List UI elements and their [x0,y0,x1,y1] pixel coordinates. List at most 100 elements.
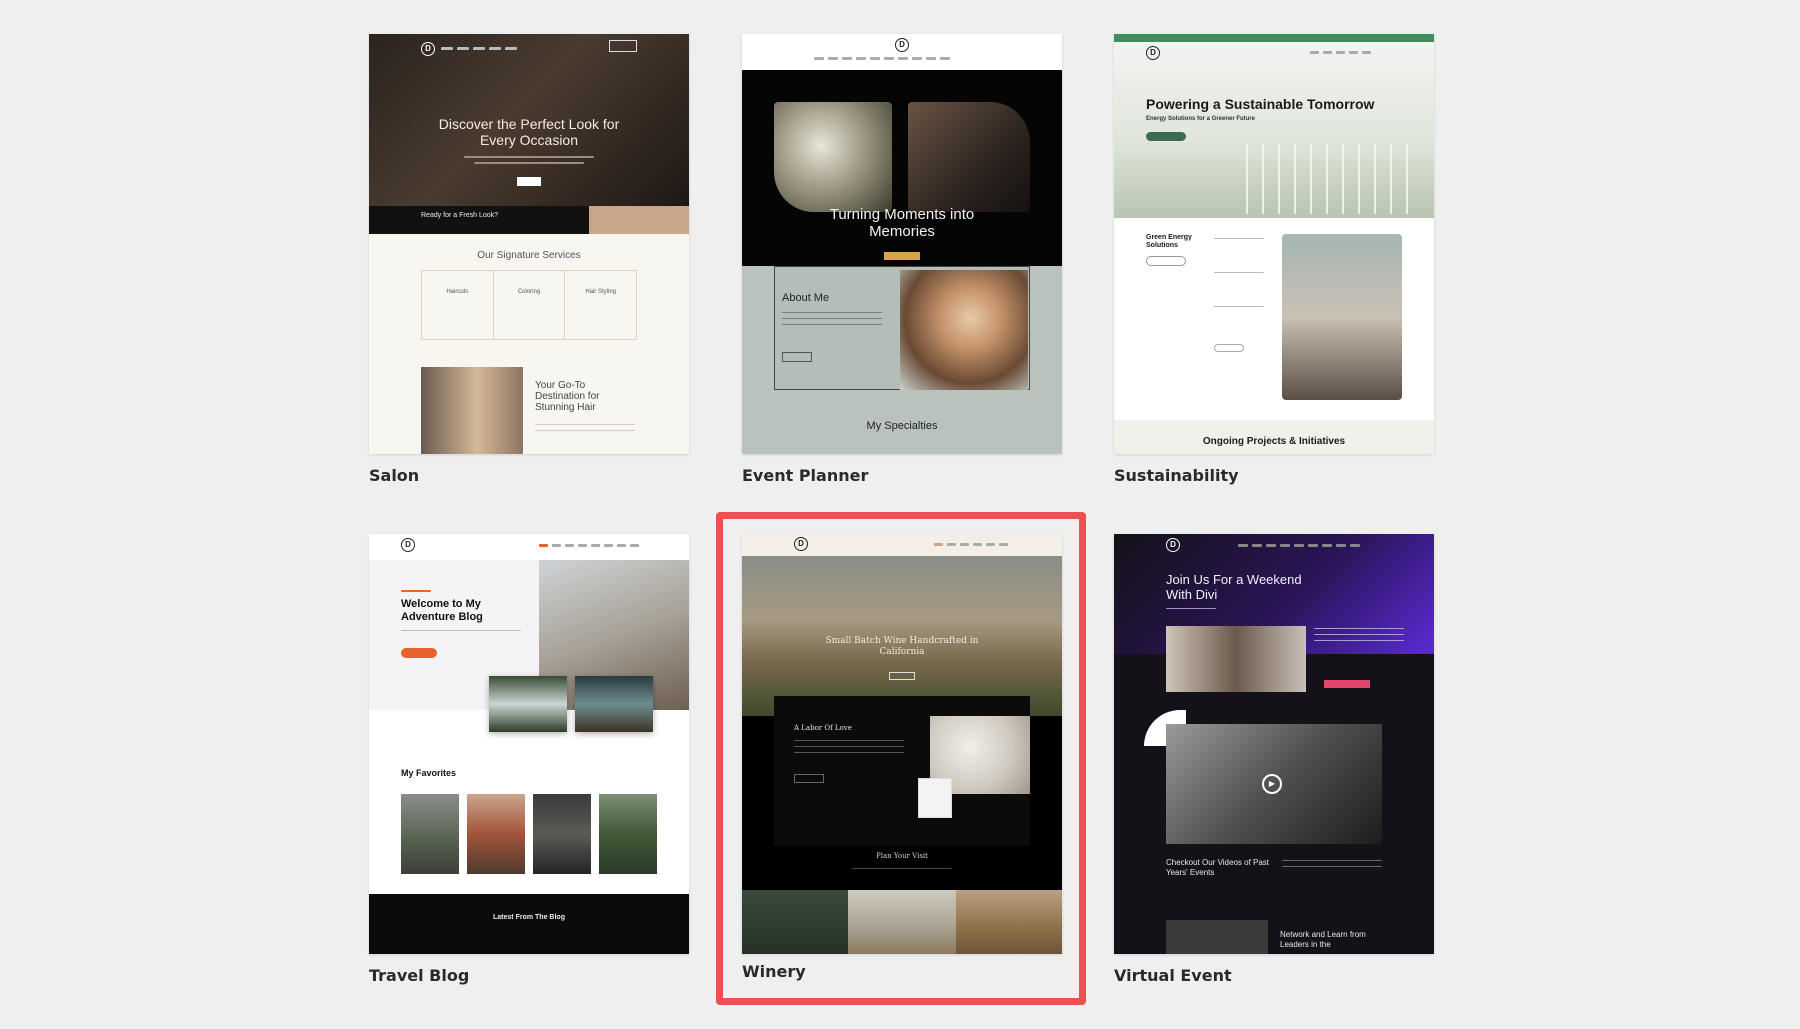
travel-hero-title: Welcome to My Adventure Blog [401,598,483,623]
winery-header [742,534,1062,556]
salon-feature-image [421,367,523,454]
virtual-logo-icon: D [1166,538,1180,552]
salon-feature-title: Your Go-To Destination for Stunning Hair [535,380,600,413]
travel-lake-image [575,676,653,732]
winery-about-title: A Labor Of Love [794,724,852,732]
salon-cta-accent [589,206,689,234]
virtual-hero-title: Join Us For a Weekend With Divi [1166,572,1302,602]
salon-nav [441,47,517,50]
event-logo-icon: D [895,38,909,52]
virtual-video-text-2 [1282,866,1382,867]
sustain-hero-title: Powering a Sustainable Tomorrow [1146,96,1375,112]
virtual-hero-text-2 [1314,634,1404,635]
travel-hero-text [401,630,521,631]
layout-card-sustainability[interactable]: D Powering a Sustainable Tomorrow Energy… [1114,34,1434,485]
event-hero-title: Turning Moments into Memories [829,206,975,240]
salon-feature-text-2 [535,430,635,431]
layout-caption-salon[interactable]: Salon [369,466,419,485]
virtual-hero-text-3 [1314,640,1404,641]
layout-caption-sustainability[interactable]: Sustainability [1114,466,1239,485]
event-about-text-2 [782,318,882,319]
sustain-hero-button [1146,132,1186,141]
winery-section-title: Plan Your Visit [876,852,928,860]
winery-about-button [794,774,824,783]
virtual-video-title: Checkout Our Videos of Past Years' Event… [1166,858,1270,877]
sustain-feature-image [1282,234,1402,400]
salon-service-styling: Hair Styling [585,289,617,295]
travel-favorite-2 [467,794,525,874]
virtual-video-text [1282,860,1382,861]
virtual-network-image [1166,920,1268,954]
layout-card-salon[interactable]: D Discover the Perfect Look for Every Oc… [369,34,689,485]
sustain-list-text-2 [1214,272,1264,273]
layout-thumbnail-salon[interactable]: D Discover the Perfect Look for Every Oc… [369,34,689,454]
winery-gallery-3 [956,890,1062,954]
event-about-text-3 [782,324,882,325]
winery-gallery-1 [742,890,848,954]
salon-hero-button [517,177,541,186]
winery-nav [934,543,1008,546]
travel-logo-icon: D [401,538,415,552]
event-table-image [908,102,1030,212]
salon-hero-title: Discover the Perfect Look for Every Occa… [438,116,620,148]
layout-caption-travel-blog[interactable]: Travel Blog [369,966,469,985]
event-section-title: My Specialties [866,420,938,432]
salon-feature-text [535,424,635,425]
layout-caption-event-planner[interactable]: Event Planner [742,466,868,485]
travel-hero-button [401,648,437,658]
salon-body [369,234,689,454]
event-about-title: About Me [782,292,830,304]
virtual-hero-button [1324,680,1370,688]
layout-thumbnail-event-planner[interactable]: D Turning Moments into Memories About Me… [742,34,1062,454]
sustain-topbar [1114,34,1434,42]
layout-thumbnail-travel-blog[interactable]: D Welcome to My Adventure Blog My Favori… [369,534,689,954]
salon-section-title: Our Signature Services [477,250,581,261]
winery-glass-image [918,778,952,818]
winery-about-text-3 [794,752,904,753]
winery-about-text-2 [794,746,904,747]
sustain-list-button [1214,344,1244,352]
travel-waterfall-image [489,676,567,732]
event-hero-button [884,252,920,260]
salon-hero-text-2 [474,162,584,164]
layout-caption-winery[interactable]: Winery [742,962,806,981]
layout-thumbnail-sustainability[interactable]: D Powering a Sustainable Tomorrow Energy… [1114,34,1434,454]
travel-header [369,534,689,560]
salon-hero-text [464,156,594,158]
winery-gallery-2 [848,890,956,954]
travel-nav [539,544,639,547]
sustain-nav [1310,51,1371,54]
layout-card-virtual-event[interactable]: D Join Us For a Weekend With Divi ▶ Chec… [1114,534,1434,985]
sustain-list-text [1214,238,1264,239]
layout-card-winery[interactable]: D Small Batch Wine Handcrafted in Califo… [742,534,1062,981]
sustain-feature-title: Green Energy Solutions [1146,234,1192,249]
layout-caption-virtual-event[interactable]: Virtual Event [1114,966,1232,985]
travel-section-title: My Favorites [401,768,457,778]
sustain-feature-button [1146,256,1186,266]
sustain-turbines [1232,144,1422,214]
layout-thumbnail-virtual-event[interactable]: D Join Us For a Weekend With Divi ▶ Chec… [1114,534,1434,954]
play-icon[interactable]: ▶ [1262,774,1282,794]
travel-favorite-1 [401,794,459,874]
travel-hero-eyebrow [401,590,431,592]
event-flowers-image [774,102,892,212]
layout-card-travel-blog[interactable]: D Welcome to My Adventure Blog My Favori… [369,534,689,985]
event-about-button [782,352,812,362]
sustain-logo-icon: D [1146,46,1160,60]
salon-nav-button [609,40,637,52]
travel-favorite-4 [599,794,657,874]
salon-service-haircuts: Haircuts [422,271,494,339]
layout-card-event-planner[interactable]: D Turning Moments into Memories About Me… [742,34,1062,485]
winery-hero-title: Small Batch Wine Handcrafted in Californ… [825,636,979,657]
layout-thumbnail-winery[interactable]: D Small Batch Wine Handcrafted in Califo… [742,534,1062,954]
salon-service-coloring: Coloring [494,271,566,339]
event-about-text [782,312,882,313]
sustain-hero-subtitle: Energy Solutions for a Greener Future [1146,116,1256,122]
salon-services: Haircuts Coloring Hair Styling [421,270,637,340]
event-nav [814,57,950,60]
winery-about-text [794,740,904,741]
winery-visit-text [852,868,952,869]
virtual-footer-title: Network and Learn from Leaders in the [1280,930,1366,949]
sustain-section-title: Ongoing Projects & Initiatives [1202,436,1346,447]
virtual-nav [1238,544,1360,547]
